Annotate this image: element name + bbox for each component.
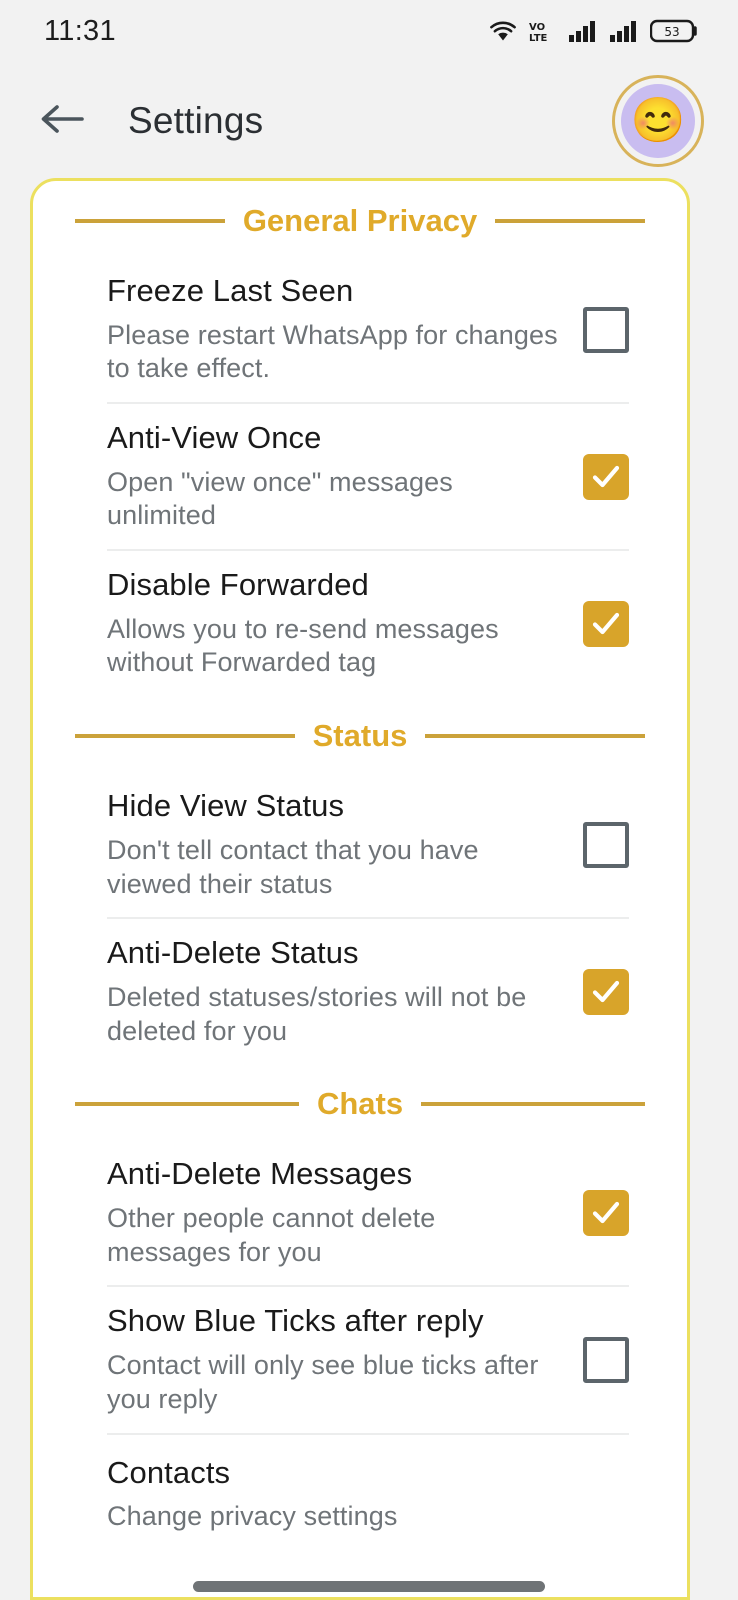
section-rule-left	[75, 1102, 299, 1107]
setting-row-show-blue-ticks-after-reply[interactable]: Show Blue Ticks after reply Contact will …	[33, 1287, 687, 1432]
setting-row-texts: Anti-View Once Open "view once" messages …	[107, 420, 583, 533]
setting-row-texts: Anti-Delete Messages Other people cannot …	[107, 1156, 583, 1269]
setting-label: Anti-View Once	[107, 420, 322, 456]
avatar-ring: 😊	[612, 75, 704, 167]
setting-description: Contact will only see blue ticks after y…	[107, 1350, 539, 1414]
signal-bars-icon-2	[609, 19, 639, 43]
back-button[interactable]	[34, 93, 90, 149]
avatar[interactable]: 😊	[612, 75, 704, 167]
arrow-left-icon	[38, 99, 86, 144]
battery-level-text: 53	[664, 25, 679, 39]
avatar-emoji: 😊	[621, 84, 695, 158]
setting-row-anti-delete-status[interactable]: Anti-Delete Status Deleted statuses/stori…	[33, 919, 687, 1064]
setting-row-hide-view-status[interactable]: Hide View Status Don't tell contact that …	[33, 772, 687, 917]
checkbox-unchecked-icon[interactable]	[583, 306, 629, 353]
page-title: Settings	[128, 100, 264, 141]
signal-bars-icon-1	[568, 19, 598, 43]
checkbox-checked-icon[interactable]	[583, 600, 629, 647]
section-header-chats: Chats	[33, 1064, 687, 1140]
setting-label: Contacts	[107, 1454, 231, 1490]
wifi-icon	[488, 19, 518, 43]
setting-description: Open "view once" messages unlimited	[107, 466, 453, 531]
gesture-nav-pill[interactable]	[193, 1581, 545, 1592]
setting-row-texts: Hide View Status Don't tell contact that …	[107, 788, 583, 901]
setting-row-texts: Contacts Change privacy settings	[107, 1455, 629, 1534]
setting-description: Change privacy settings	[107, 1501, 398, 1532]
settings-card: General Privacy Freeze Last Seen Please re…	[30, 178, 690, 1600]
svg-text:LTE: LTE	[529, 33, 548, 43]
section-rule-left	[75, 219, 225, 223]
setting-label: Anti-Delete Status	[107, 935, 359, 971]
setting-label: Show Blue Ticks after reply	[107, 1303, 484, 1339]
section-title: Status	[312, 718, 408, 754]
setting-label: Hide View Status	[107, 788, 345, 824]
setting-row-disable-forwarded[interactable]: Disable Forwarded Allows you to re-send m…	[33, 551, 687, 696]
volte-icon: VO LTE	[529, 19, 557, 43]
checkbox-checked-icon[interactable]	[583, 453, 629, 500]
checkbox-checked-icon[interactable]	[583, 968, 629, 1015]
setting-label: Disable Forwarded	[107, 567, 369, 603]
setting-row-texts: Freeze Last Seen Please restart WhatsApp …	[107, 273, 583, 386]
setting-row-contacts[interactable]: Contacts Change privacy settings	[33, 1435, 687, 1555]
setting-description: Please restart WhatsApp for changes to t…	[107, 319, 558, 384]
setting-description: Don't tell contact that you have viewed …	[107, 834, 479, 899]
setting-row-texts: Show Blue Ticks after reply Contact will …	[107, 1303, 583, 1416]
status-bar-clock: 11:31	[44, 14, 116, 47]
setting-row-texts: Anti-Delete Status Deleted statuses/stori…	[107, 935, 583, 1048]
status-bar-icons: VO LTE 53	[488, 18, 698, 44]
app-bar: Settings 😊	[0, 62, 738, 180]
setting-row-freeze-last-seen[interactable]: Freeze Last Seen Please restart WhatsApp …	[33, 257, 687, 402]
setting-row-anti-delete-messages[interactable]: Anti-Delete Messages Other people cannot …	[33, 1140, 687, 1285]
section-rule-left	[75, 734, 295, 739]
checkbox-checked-icon[interactable]	[583, 1189, 629, 1236]
section-title: General Privacy	[242, 203, 478, 238]
section-rule-right	[495, 219, 646, 223]
section-rule-right	[425, 734, 645, 739]
status-bar: 11:31 VO LTE 53	[0, 0, 738, 62]
setting-row-anti-view-once[interactable]: Anti-View Once Open "view once" messages …	[33, 404, 687, 549]
setting-row-texts: Disable Forwarded Allows you to re-send m…	[107, 567, 583, 680]
section-rule-right	[421, 1102, 646, 1107]
section-header-status: Status	[33, 696, 687, 772]
section-header-general-privacy: General Privacy	[33, 181, 687, 257]
checkbox-unchecked-icon[interactable]	[583, 821, 629, 868]
checkbox-unchecked-icon[interactable]	[583, 1337, 629, 1383]
section-title: Chats	[316, 1086, 404, 1122]
setting-description: Other people cannot delete messages for …	[107, 1202, 436, 1267]
setting-label: Freeze Last Seen	[107, 273, 354, 308]
setting-description: Deleted statuses/stories will not be del…	[107, 981, 527, 1046]
battery-icon: 53	[650, 18, 698, 44]
setting-label: Anti-Delete Messages	[107, 1156, 413, 1192]
svg-text:VO: VO	[529, 22, 545, 33]
setting-description: Allows you to re-send messages without F…	[107, 613, 499, 678]
